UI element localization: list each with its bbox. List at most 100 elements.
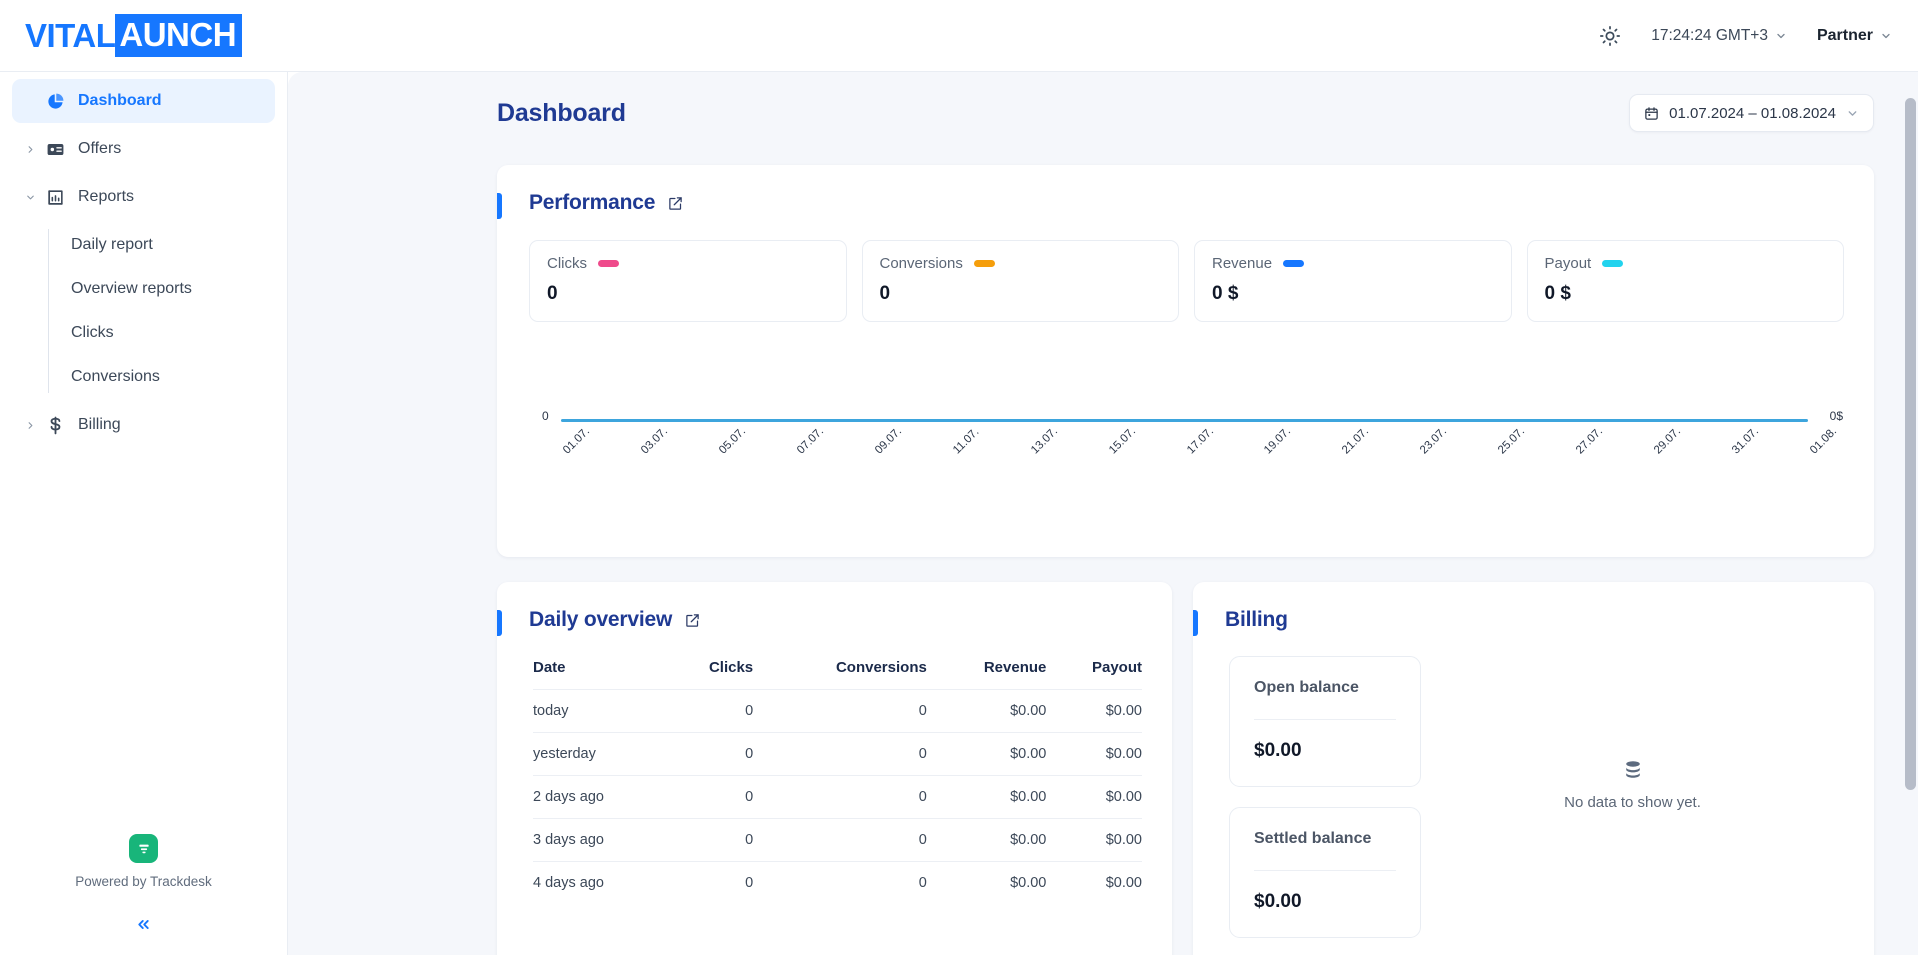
x-axis-tick-label: 01.07. [561, 425, 593, 457]
sidebar-item-conversions[interactable]: Conversions [0, 355, 287, 399]
table-cell: 3 days ago [533, 818, 669, 862]
table-cell: 0 [753, 689, 927, 733]
x-axis-tick-label: 13.07. [1028, 425, 1060, 457]
x-axis-labels: 01.07. 03.07. 05.07. 07.07. 09.07. 11.07. 13.0… [561, 425, 1839, 518]
performance-card: Performance Clicks 0 Conversions 0 Reven… [497, 165, 1874, 557]
table-cell: 0 [668, 775, 754, 819]
balance-label: Open balance [1254, 679, 1359, 696]
table-cell: $0.00 [1046, 861, 1142, 904]
billing-empty-state: No data to show yet. [1421, 656, 1844, 938]
page-scrollbar[interactable] [1903, 72, 1918, 955]
table-cell: $0.00 [926, 775, 1047, 819]
billing-title: Billing [1225, 608, 1288, 631]
column-header-payout: Payout [1091, 659, 1142, 676]
date-range-value: 01.07.2024 – 01.08.2024 [1669, 104, 1836, 122]
daily-overview-table: Date Clicks Conversions Revenue Payout t… [533, 659, 1142, 904]
theme-toggle-button[interactable] [1599, 25, 1621, 47]
kpi-card-conversions: Conversions 0 [861, 240, 1179, 322]
table-header-row: Date Clicks Conversions Revenue Payout [533, 659, 1142, 690]
kpi-value: 0 $ [1544, 283, 1571, 304]
x-axis-tick-label: 21.07. [1340, 425, 1372, 457]
table-cell: 2 days ago [533, 775, 669, 819]
section-accent-bar [497, 610, 502, 636]
kpi-row: Clicks 0 Conversions 0 Revenue 0 $ Payou… [529, 240, 1844, 322]
sidebar-item-label: Billing [78, 416, 121, 433]
open-balance-card: Open balance $0.00 [1229, 656, 1421, 787]
timezone-clock-selector[interactable]: 17:24:24 GMT+3 [1651, 27, 1787, 45]
sidebar-item-reports[interactable]: Reports [12, 175, 275, 219]
sidebar-item-offers[interactable]: Offers [12, 127, 275, 171]
performance-title: Performance [529, 191, 656, 214]
table-cell: $0.00 [1046, 689, 1142, 733]
table-cell: 0 [668, 689, 754, 733]
table-row: yesterday 0 0 $0.00 $0.00 [533, 732, 1142, 776]
x-axis-tick-label: 29.07. [1652, 425, 1684, 457]
sidebar-subitem-label: Conversions [71, 368, 160, 385]
daily-overview-body: today 0 0 $0.00 $0.00 yesterday 0 0 $0.00 $0.00 2 … [533, 689, 1142, 904]
date-range-picker[interactable]: 01.07.2024 – 01.08.2024 [1629, 94, 1874, 132]
external-link-icon[interactable] [685, 613, 700, 628]
sidebar-collapse-button[interactable] [135, 916, 152, 933]
x-axis-tick-label: 05.07. [716, 425, 748, 457]
pie-chart-icon [44, 92, 66, 111]
top-bar-actions: 17:24:24 GMT+3 Partner [1599, 25, 1892, 47]
sidebar-item-label: Offers [78, 140, 122, 157]
table-cell: today [533, 689, 669, 733]
x-axis-tick-label: 09.07. [872, 425, 904, 457]
chevron-down-icon [1848, 110, 1857, 116]
sidebar-item-billing[interactable]: Billing [12, 403, 275, 447]
report-chart-icon [44, 188, 66, 207]
account-menu-button[interactable]: Partner [1817, 27, 1892, 45]
chevron-down-icon [22, 192, 38, 203]
page-header: Dashboard 01.07.2024 – 01.08.2024 [288, 72, 1918, 132]
kpi-label: Revenue [1212, 255, 1273, 272]
y-axis-right-tick: 0$ [1829, 409, 1843, 423]
x-axis-tick-label: 23.07. [1418, 425, 1450, 457]
table-cell: $0.00 [1046, 775, 1142, 819]
column-header-revenue: Revenue [983, 659, 1047, 676]
kpi-label: Payout [1544, 255, 1592, 272]
sidebar-item-daily-report[interactable]: Daily report [0, 223, 287, 267]
table-cell: 0 [753, 818, 927, 862]
lower-row: Daily overview Date Clicks Conversions R… [497, 582, 1874, 955]
clock-label: 17:24:24 GMT+3 [1651, 26, 1768, 44]
database-icon [1625, 761, 1640, 778]
table-cell: 0 [668, 732, 754, 776]
x-axis-tick-label: 25.07. [1496, 425, 1528, 457]
external-link-icon[interactable] [668, 196, 683, 211]
chevron-right-icon [22, 144, 38, 155]
kpi-label: Clicks [547, 255, 587, 272]
performance-header: Performance [497, 191, 1844, 219]
divider [1254, 870, 1396, 871]
sidebar-subnav-reports: Daily report Overview reports Clicks Con… [0, 223, 287, 399]
table-cell: 0 [753, 775, 927, 819]
sidebar-item-overview-reports[interactable]: Overview reports [0, 267, 287, 311]
x-axis-tick-label: 01.08. [1808, 425, 1840, 457]
empty-state-message: No data to show yet. [1564, 794, 1701, 811]
y-axis-left-tick: 0 [542, 409, 549, 423]
app-logo[interactable]: VITAL AUNCH [25, 14, 243, 57]
chevron-right-icon [22, 420, 38, 431]
powered-by-label: Powered by Trackdesk [75, 874, 212, 889]
table-row: 4 days ago 0 0 $0.00 $0.00 [533, 861, 1142, 904]
table-row: 3 days ago 0 0 $0.00 $0.00 [533, 818, 1142, 862]
kpi-color-pill [598, 260, 619, 267]
logo-text-secondary: AUNCH [115, 14, 243, 57]
kpi-color-pill [1602, 260, 1624, 267]
performance-chart: 0 0$ 01.07. 03.07. 05.07. 07.07. 09.07. 11.07… [529, 352, 1844, 527]
balance-label: Settled balance [1254, 830, 1372, 847]
table-cell: 4 days ago [533, 861, 669, 904]
account-label: Partner [1816, 26, 1873, 44]
table-row: 2 days ago 0 0 $0.00 $0.00 [533, 775, 1142, 819]
logo-text-primary: VITAL [25, 16, 116, 54]
sidebar-item-clicks[interactable]: Clicks [0, 311, 287, 355]
billing-card: Billing Open balance $0.00 Settled balan… [1193, 582, 1874, 955]
section-accent-bar [1193, 610, 1198, 636]
sidebar-subitem-label: Daily report [71, 236, 153, 253]
table-cell: $0.00 [1046, 818, 1142, 862]
x-axis-tick-label: 03.07. [638, 425, 671, 457]
x-axis-tick-label: 17.07. [1184, 425, 1216, 457]
scrollbar-thumb[interactable] [1905, 98, 1916, 790]
chart-zero-line [561, 419, 1808, 422]
sidebar-item-dashboard[interactable]: Dashboard [12, 79, 275, 123]
